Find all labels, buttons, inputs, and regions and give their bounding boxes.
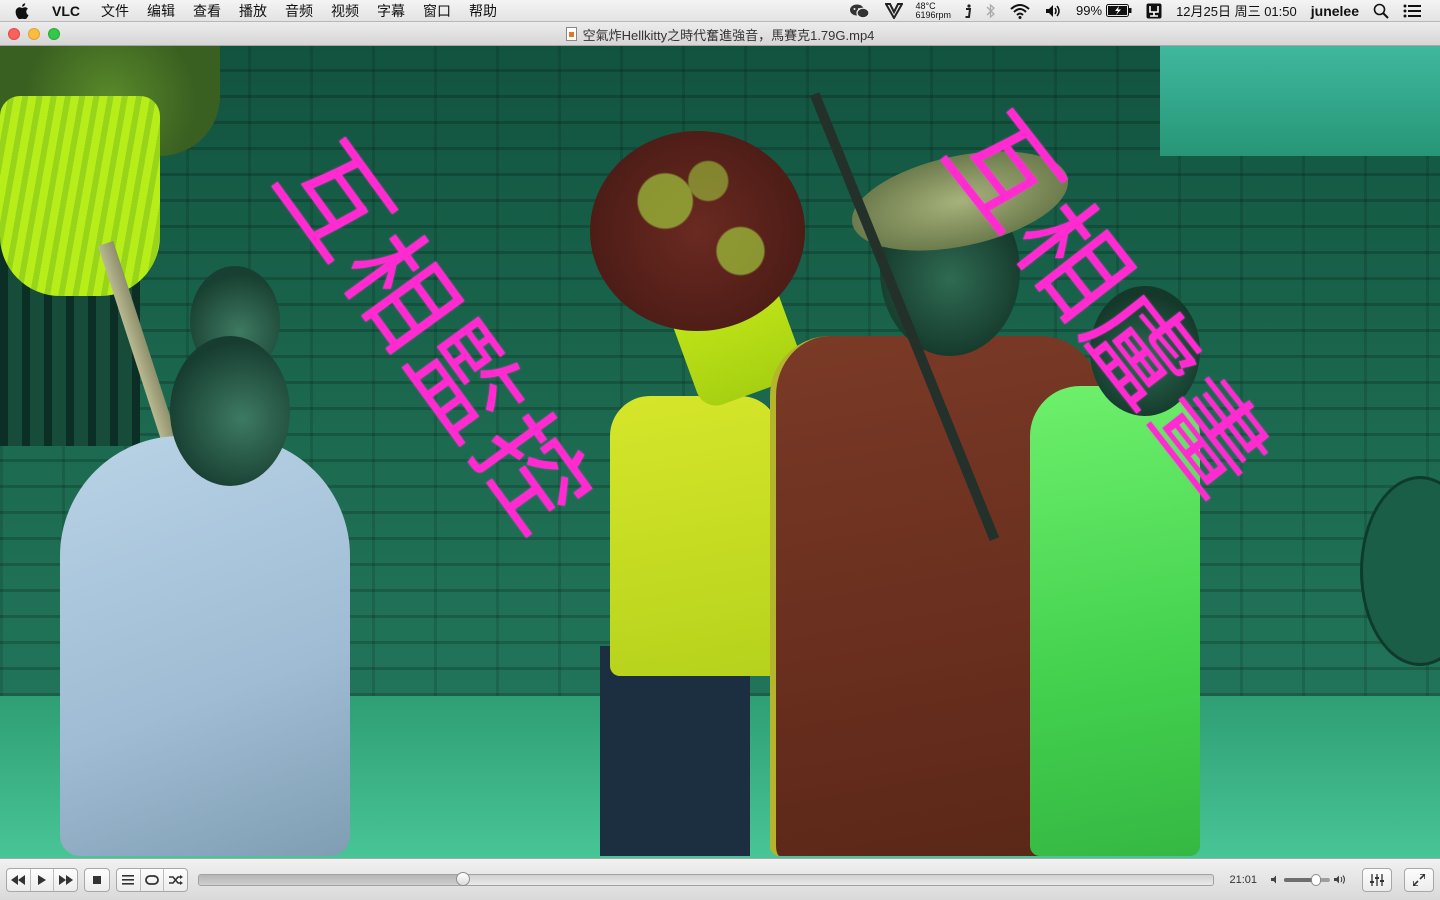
volume-high-icon[interactable] [1334,875,1346,884]
window-title: 空氣炸Hellkitty之時代奮進強音，馬賽克1.79G.mp4 [0,22,1440,46]
seek-bar[interactable] [198,871,1215,886]
close-window-button[interactable] [8,27,20,40]
girl-jacket [60,436,350,856]
menu-view[interactable]: 查看 [184,0,230,22]
video-file-icon [565,27,577,41]
info-icon[interactable] [957,0,979,22]
red-lantern [590,131,805,331]
spotlight-icon[interactable] [1366,0,1396,22]
fast-forward-icon [58,874,73,885]
loop-button[interactable] [141,868,165,891]
wechat-icon[interactable] [842,0,878,22]
playlist-icon [122,874,135,885]
menu-file[interactable]: 文件 [92,0,138,22]
notification-center-icon[interactable] [1396,0,1428,22]
zoom-window-button[interactable] [48,27,60,40]
menu-bar-status: 48°C 6196rpm 99% 12月25日 周三 01:50 junelee [842,0,1440,22]
fan-speed-readout: 6196rpm [915,9,952,20]
fullscreen-button[interactable] [1405,869,1433,891]
menu-bar-left: VLC 文件 编辑 查看 播放 音频 视频 字幕 窗口 帮助 [0,0,506,22]
clock[interactable]: 12月25日 周三 01:50 [1169,0,1304,22]
menu-bar: VLC 文件 编辑 查看 播放 音频 视频 字幕 窗口 帮助 48°C 6196… [0,0,1440,22]
wifi-icon[interactable] [1003,0,1037,22]
dark-trousers [600,646,750,856]
volume-slider[interactable] [1284,873,1330,886]
play-button[interactable] [31,868,55,891]
tassel-banner [0,96,160,296]
fast-forward-button[interactable] [54,869,77,891]
stop-button[interactable] [85,869,109,891]
apple-icon[interactable] [0,2,44,19]
window-controls [0,27,60,40]
shuffle-button[interactable] [164,869,187,891]
window-title-bar[interactable]: 空氣炸Hellkitty之時代奮進強音，馬賽克1.79G.mp4 [0,22,1440,46]
rewind-button[interactable] [7,868,31,891]
menu-help[interactable]: 帮助 [460,0,506,22]
equalizer-icon [1370,873,1384,886]
menu-app-vlc[interactable]: VLC [44,0,92,22]
keyboard-input-icon[interactable] [1139,0,1169,22]
battery-status[interactable]: 99% [1069,0,1139,22]
stop-group [84,867,110,892]
volume-icon[interactable] [1037,0,1069,22]
playlist-mode-buttons [115,867,189,892]
yellow-jacket [610,396,780,676]
building-right [1160,46,1440,156]
user-account[interactable]: junelee [1304,0,1366,22]
playlist-button[interactable] [117,868,141,891]
menu-window[interactable]: 窗口 [414,0,460,22]
seek-progress [199,874,464,885]
volume-knob[interactable] [1311,873,1322,886]
rewind-icon [11,874,26,885]
loop-icon [144,874,159,885]
video-output[interactable]: 互相監控 互相盧畫 [0,46,1440,858]
menu-subtitle[interactable]: 字幕 [368,0,414,22]
view-buttons [1362,867,1434,892]
girl-head [170,336,290,486]
volume-low-icon[interactable] [1271,875,1280,884]
equalizer-group [1362,867,1392,892]
vivaldi-icon[interactable] [878,0,910,22]
battery-icon [1106,4,1132,17]
bluetooth-icon[interactable] [979,0,1003,22]
fullscreen-icon [1413,873,1425,886]
menu-edit[interactable]: 编辑 [138,0,184,22]
stop-icon [93,875,102,884]
shuffle-icon [168,874,183,885]
play-icon [37,874,46,885]
battery-percent: 99% [1076,3,1103,18]
menu-playback[interactable]: 播放 [230,0,276,22]
volume-control [1271,873,1346,886]
minimize-window-button[interactable] [28,27,40,40]
transport-buttons [6,867,79,892]
equalizer-button[interactable] [1363,869,1391,891]
menu-video[interactable]: 视频 [322,0,368,22]
elapsed-time[interactable]: 21:01 [1228,874,1257,886]
seek-knob[interactable] [456,871,471,886]
playback-controller: 21:01 [0,858,1440,900]
hardware-monitor[interactable]: 48°C 6196rpm [910,1,958,20]
fullscreen-group [1404,867,1434,892]
menu-audio[interactable]: 音频 [276,0,322,22]
window-title-text: 空氣炸Hellkitty之時代奮進強音，馬賽克1.79G.mp4 [582,27,875,43]
